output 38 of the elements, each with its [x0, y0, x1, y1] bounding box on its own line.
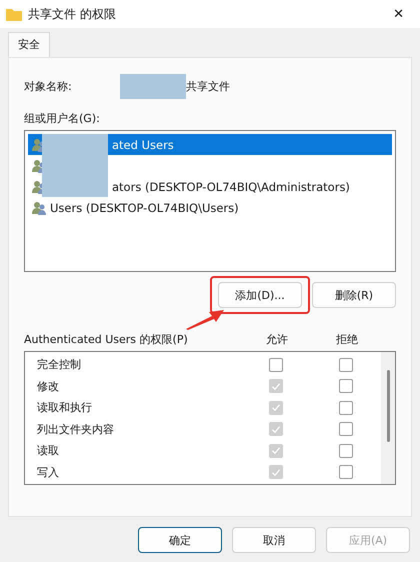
checkbox[interactable] — [269, 358, 283, 372]
permission-name: 列出文件夹内容 — [37, 422, 115, 437]
button[interactable]: 添加(D)... — [218, 282, 302, 308]
field-label: 对象名称: — [24, 79, 73, 94]
checkbox[interactable] — [339, 379, 353, 394]
checkmark-icon — [272, 382, 280, 390]
permissions-label: Authenticated Users 的权限(P) — [24, 332, 189, 347]
redaction-block — [120, 74, 186, 99]
object-name: 共享文件 — [186, 79, 230, 94]
checkmark-icon — [272, 447, 280, 454]
permission-name: 完全控制 — [37, 357, 82, 372]
permission-name: 修改 — [37, 378, 60, 394]
list-item[interactable]: ators (DESKTOP-OL74BIQ\Administrators) — [28, 176, 392, 197]
list-item[interactable]: Users (DESKTOP-OL74BIQ\Users) — [28, 197, 392, 218]
checkmark-icon — [272, 404, 280, 412]
users-icon — [32, 200, 46, 214]
checkmark-icon — [272, 426, 280, 433]
scrollbar-thumb[interactable] — [386, 370, 390, 442]
permission-name: 读取 — [37, 443, 60, 458]
permission-name: 写入 — [37, 464, 60, 480]
checkbox[interactable] — [339, 465, 353, 480]
column-header: 拒绝 — [335, 332, 359, 347]
checkbox[interactable] — [339, 444, 353, 458]
button[interactable]: 取消 — [232, 527, 316, 553]
button[interactable]: 删除(R) — [312, 282, 396, 308]
close-button[interactable]: ✕ — [383, 6, 414, 22]
window-title: 共享文件 的权限 — [28, 6, 117, 22]
list-item[interactable]: ated Users — [28, 134, 392, 155]
checkbox[interactable] — [339, 358, 353, 372]
permission-name: 读取和执行 — [37, 400, 93, 416]
tab[interactable]: 安全 — [8, 32, 50, 57]
button[interactable]: 确定 — [138, 527, 222, 553]
list-label: 组或用户名(G): — [24, 111, 101, 126]
folder-icon — [6, 8, 22, 20]
checkbox[interactable] — [339, 422, 353, 436]
checkbox[interactable] — [339, 400, 353, 415]
checkmark-icon — [272, 468, 280, 476]
column-header: 允许 — [265, 332, 289, 347]
